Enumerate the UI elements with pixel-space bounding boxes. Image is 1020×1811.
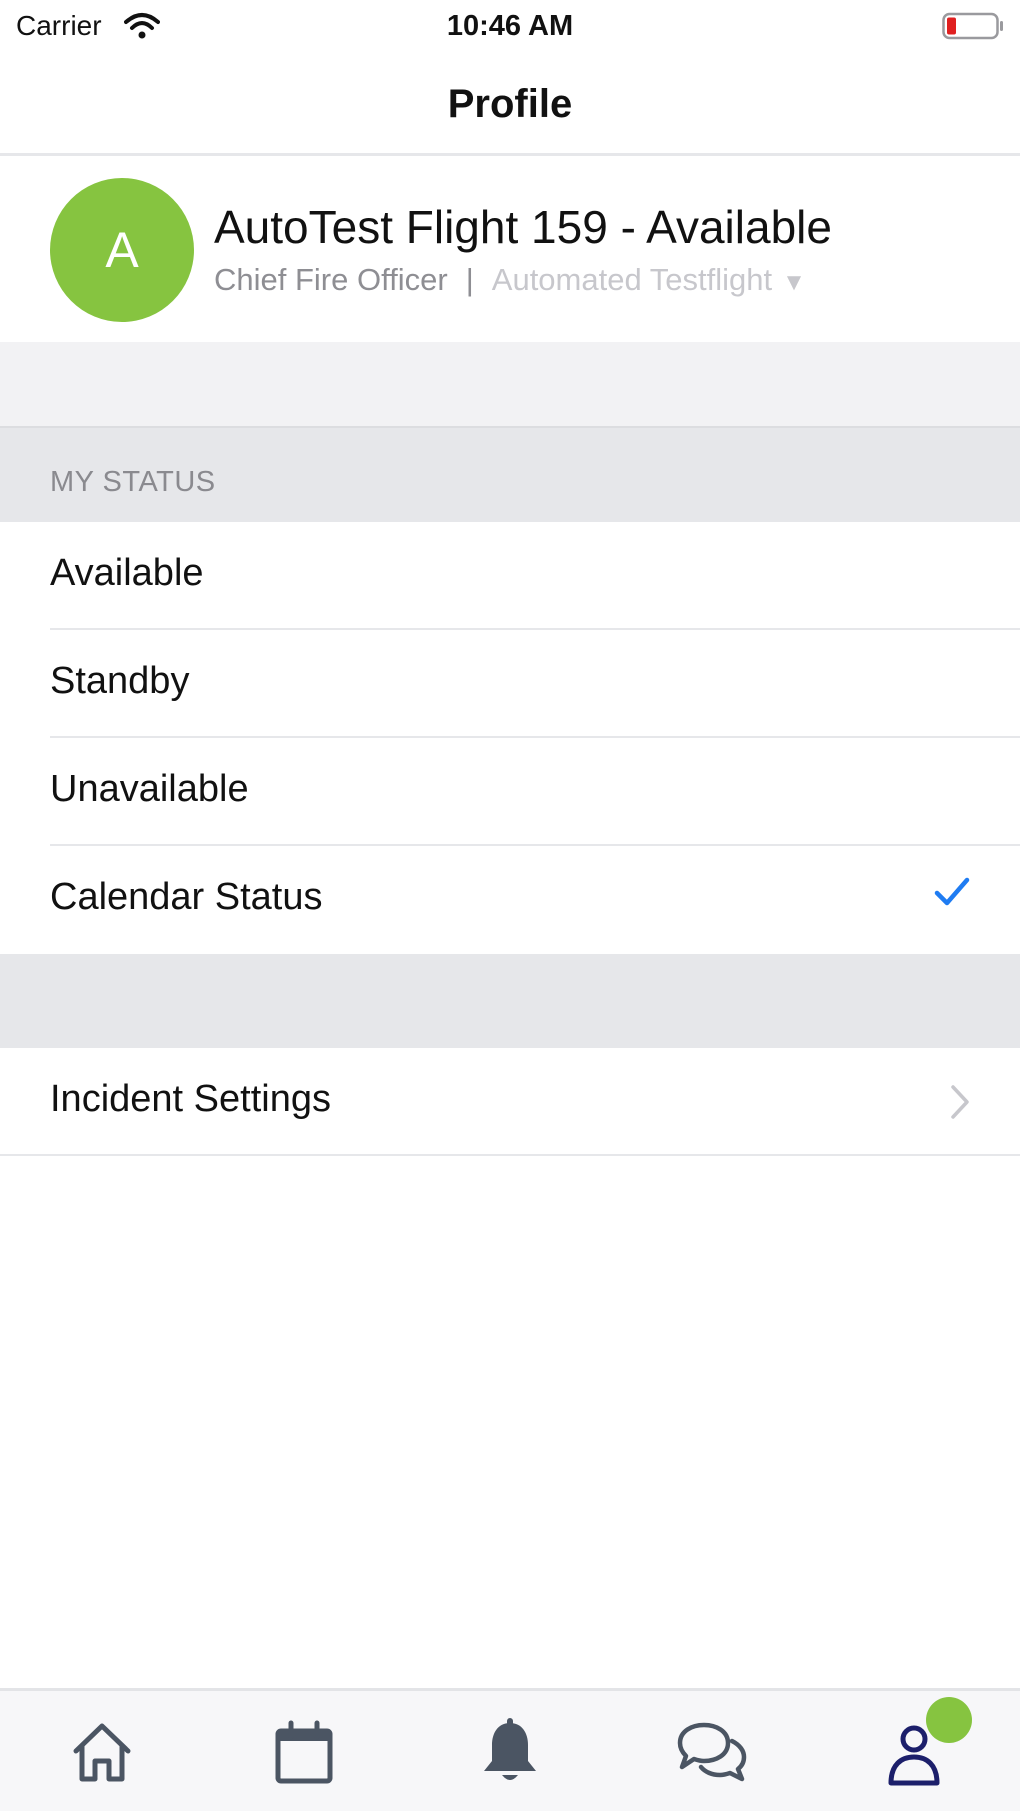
clock: 10:46 AM [446,10,574,42]
section-header-my-status: MY STATUS [0,428,1020,522]
incident-settings-label: Incident Settings [50,1078,331,1120]
tab-notifications[interactable] [470,1713,550,1793]
status-option-calendar-status[interactable]: Calendar Status [0,846,1020,954]
battery-icon [942,12,1003,40]
tab-bar [0,1688,1020,1811]
section-header-label: MY STATUS [50,466,216,498]
status-option-label: Standby [50,660,190,702]
chevron-right-icon [951,1085,969,1119]
home-icon [73,1723,131,1782]
status-option-standby[interactable]: Standby [0,630,1020,738]
profile-subtitle: Chief Fire Officer | Automated Testflight ▼ [214,262,806,298]
bell-icon [484,1718,536,1780]
incident-settings-row[interactable]: Incident Settings [0,1048,1020,1156]
profile-header: A AutoTest Flight 159 - Available Chief … [0,160,1020,342]
status-option-label: Unavailable [50,768,249,810]
status-option-label: Calendar Status [50,876,323,918]
status-badge [926,1697,972,1743]
row-divider [0,1154,1020,1156]
profile-role: Chief Fire Officer [214,262,448,297]
page-title: Profile [447,82,573,126]
chat-icon [677,1722,747,1782]
section-spacer [0,342,1020,428]
profile-name: AutoTest Flight 159 - Available [214,201,832,253]
subtitle-separator: | [465,262,474,297]
tab-home[interactable] [62,1713,142,1793]
section-spacer [0,954,1020,1048]
status-bar: Carrier 10:46 AM [0,0,1020,52]
status-option-unavailable[interactable]: Unavailable [0,738,1020,846]
dropdown-caret-icon: ▼ [782,269,806,296]
checkmark-icon [934,877,970,906]
tab-messages[interactable] [672,1713,752,1793]
navigation-bar: Profile [0,52,1020,156]
status-option-available[interactable]: Available [0,522,1020,630]
organization-label: Automated Testflight [491,262,773,297]
organization-dropdown[interactable]: Automated Testflight ▼ [492,262,806,297]
tab-calendar[interactable] [264,1713,344,1793]
status-option-label: Available [50,552,204,594]
avatar: A [50,178,194,322]
calendar-icon [275,1720,333,1784]
